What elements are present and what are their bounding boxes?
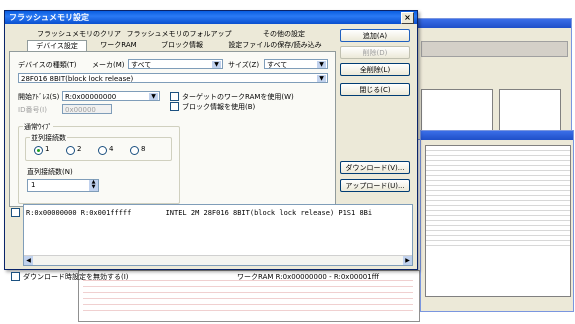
bus-group: 通常ｳｲﾌﾟ 並列接続数 1 2 4 8 直列接続数(N) 1 ▲ ▼ (18, 122, 180, 204)
background-titlebar (421, 131, 573, 140)
background-window-right (420, 130, 574, 312)
dialog-title: フラッシュメモリ設定 (9, 13, 89, 22)
background-toolbar (421, 41, 568, 57)
tab-block-info[interactable]: ブロック情報 (152, 40, 212, 50)
parallel-group-label: 並列接続数 (30, 133, 67, 143)
block-info-label: ブロック情報を使用(B) (182, 103, 256, 111)
list-item-desc: INTEL 2M 28F016 8BIT(block lock release)… (165, 209, 373, 217)
maker-select-value: すべて (131, 61, 152, 69)
background-tree (499, 89, 561, 131)
block-info-checkbox[interactable] (170, 102, 179, 111)
parallel-radio-1[interactable] (34, 146, 43, 155)
dialog-titlebar: フラッシュメモリ設定 × (5, 11, 417, 24)
device-type-label: デバイスの種類(T) (18, 61, 77, 69)
start-address-select[interactable]: R:0x00000000 ▼ (62, 91, 160, 101)
tab-work-ram[interactable]: ワークRAM (91, 40, 146, 50)
size-select[interactable]: すべて ▼ (264, 59, 328, 69)
tab-save-load-settings[interactable]: 設定ファイルの保存/読み込み (219, 40, 331, 50)
delete-all-button[interactable]: 全削除(L) (340, 63, 410, 76)
delete-button[interactable]: 削除(D) (340, 46, 410, 59)
start-address-value: R:0x00000000 (65, 93, 117, 101)
id-number-value: 0x00000 (65, 106, 96, 114)
disable-on-download-checkbox[interactable] (11, 272, 20, 281)
maker-label: メーカ(M) (92, 61, 125, 69)
close-icon[interactable]: × (401, 12, 414, 24)
serial-count-label: 直列接続数(N) (27, 168, 73, 176)
upload-button[interactable]: アップロード(U)... (340, 179, 410, 192)
scroll-left-icon[interactable]: ◀ (24, 256, 33, 265)
id-number-label: ID番号(I) (18, 106, 47, 114)
tab-device-settings[interactable]: デバイス設定 (27, 40, 87, 51)
target-workram-label: ターゲットのワークRAMを使用(W) (182, 93, 294, 101)
horizontal-scrollbar[interactable]: ◀ ▶ (24, 255, 412, 265)
background-memory-grid (425, 145, 571, 297)
parallel-radio-4[interactable] (98, 146, 107, 155)
flash-memory-settings-dialog: フラッシュメモリ設定 × フラッシュメモリのクリア フラッシュメモリのフォルアッ… (4, 10, 418, 281)
parallel-radio-8[interactable] (130, 146, 139, 155)
tab-other-settings[interactable]: その他の設定 (244, 29, 324, 39)
chevron-down-icon: ▼ (316, 74, 327, 82)
chevron-down-icon: ▼ (148, 92, 159, 100)
target-workram-checkbox[interactable] (170, 92, 179, 101)
serial-count-stepper[interactable]: 1 ▲ ▼ (27, 179, 99, 192)
tab-flash-clear[interactable]: フラッシュメモリのクリア (37, 29, 121, 39)
id-number-field[interactable]: 0x00000 (62, 104, 112, 114)
chevron-down-icon: ▼ (211, 60, 222, 68)
background-grid (421, 89, 493, 131)
size-label: サイズ(Z) (228, 61, 260, 69)
close-button[interactable]: 閉じる(C) (340, 83, 410, 96)
tab-flash-followup[interactable]: フラッシュメモリのフォルアップ (124, 29, 234, 39)
chevron-down-icon: ▼ (316, 60, 327, 68)
parallel-option-8: 8 (141, 145, 146, 153)
tab-strip: フラッシュメモリのクリア フラッシュメモリのフォルアップ その他の設定 デバイス… (9, 27, 334, 51)
size-select-value: すべて (267, 61, 288, 69)
maker-select[interactable]: すべて ▼ (128, 59, 223, 69)
parallel-group: 並列接続数 1 2 4 8 (25, 133, 172, 161)
list-item-range: R:0x00000000 R:0x001fffff (26, 209, 132, 217)
download-button[interactable]: ダウンロード(V)... (340, 161, 410, 174)
disable-on-download-label: ダウンロード時設定を無効する(I) (23, 273, 129, 281)
background-window-top (410, 18, 572, 140)
serial-count-value: 1 (31, 181, 36, 189)
stepper-arrows-icon[interactable]: ▲ ▼ (89, 180, 98, 191)
device-list[interactable]: R:0x00000000 R:0x001fffff INTEL 2M 28F01… (23, 204, 413, 266)
bus-group-label: 通常ｳｲﾌﾟ (23, 122, 53, 132)
work-ram-range-label: ワークRAM R:0x00000000 - R:0x00001fff (237, 273, 379, 281)
device-select[interactable]: 28F016 8BIT(block lock release) ▼ (18, 73, 328, 83)
start-address-label: 開始ｱﾄﾞﾚｽ(S) (18, 93, 60, 101)
add-button[interactable]: 追加(A) (340, 29, 410, 42)
device-settings-panel: デバイスの種類(T) メーカ(M) すべて ▼ サイズ(Z) すべて ▼ 28F… (9, 51, 336, 207)
parallel-option-2: 2 (77, 145, 82, 153)
device-select-value: 28F016 8BIT(block lock release) (21, 75, 134, 83)
list-row-checkbox[interactable] (11, 208, 20, 217)
scroll-right-icon[interactable]: ▶ (403, 256, 412, 265)
background-titlebar (411, 19, 571, 28)
list-item[interactable]: R:0x00000000 R:0x001fffff INTEL 2M 28F01… (26, 207, 410, 219)
parallel-option-4: 4 (109, 145, 114, 153)
parallel-option-1: 1 (45, 145, 50, 153)
parallel-radio-2[interactable] (66, 146, 75, 155)
